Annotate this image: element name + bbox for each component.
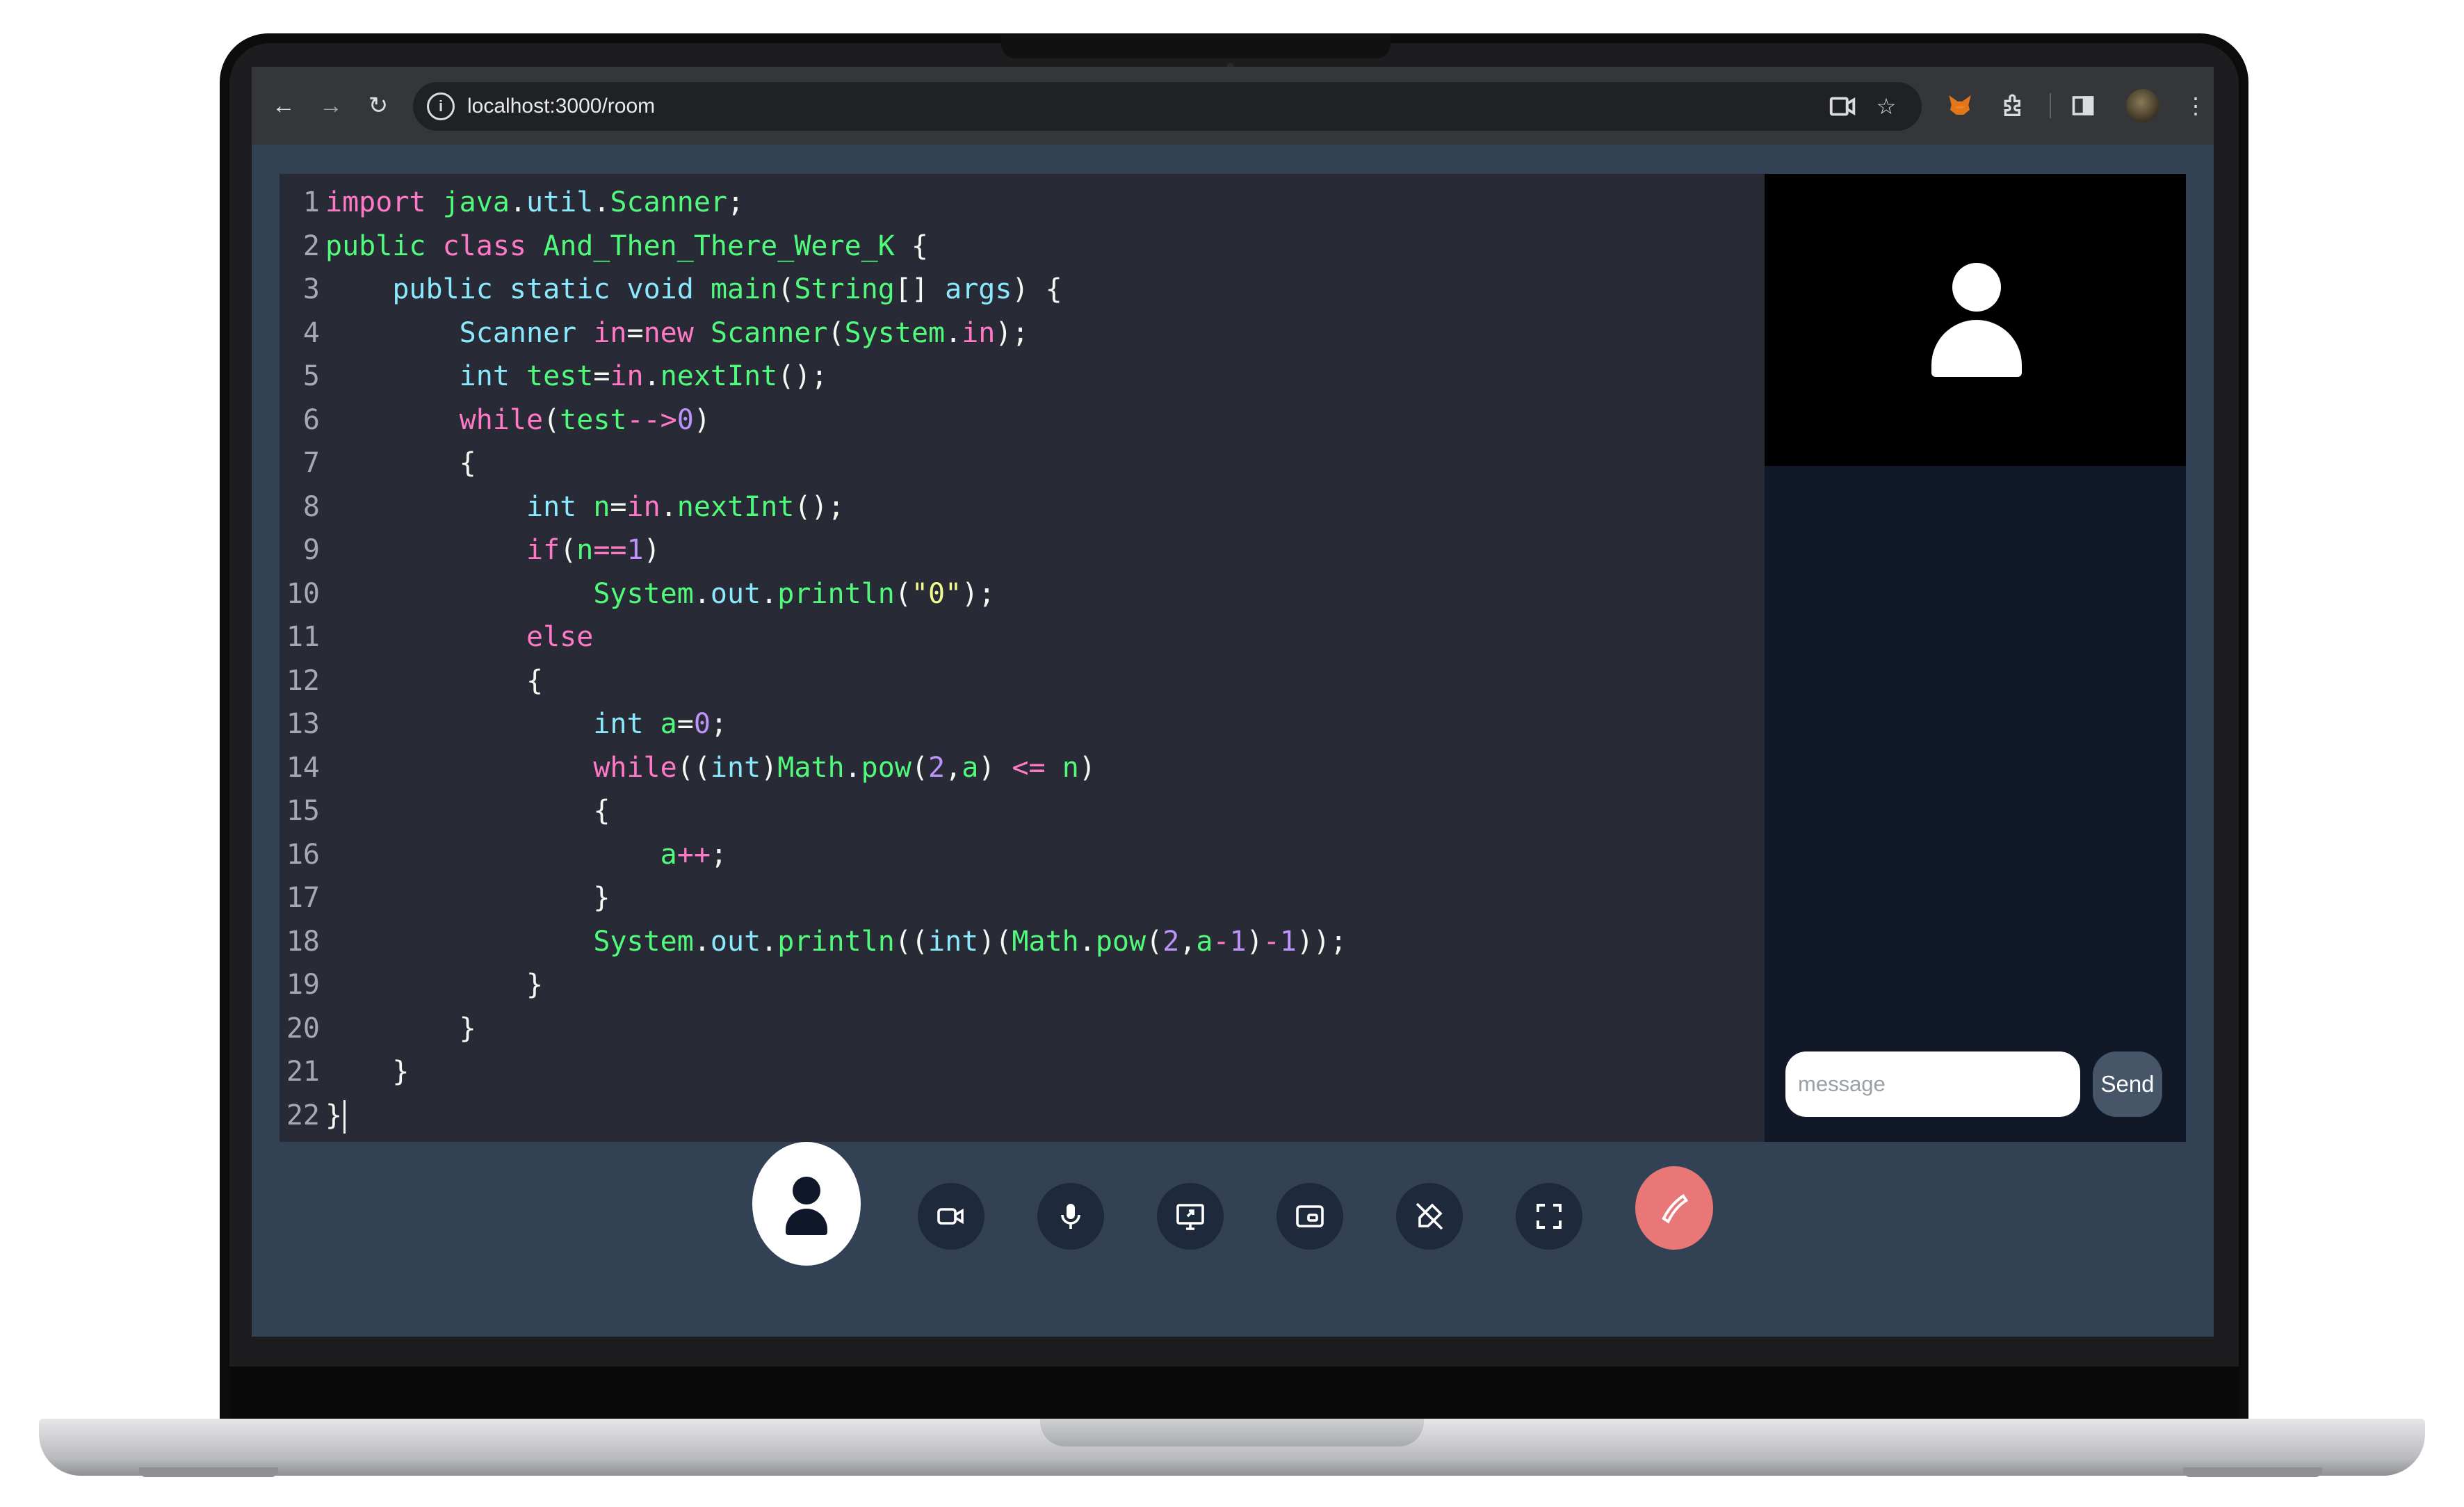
reload-icon[interactable]: ↻ bbox=[360, 88, 396, 124]
send-button[interactable]: Send bbox=[2093, 1051, 2162, 1117]
pip-icon[interactable] bbox=[1276, 1183, 1343, 1250]
call-controls bbox=[252, 1142, 2214, 1337]
base-thumb-notch bbox=[1040, 1419, 1424, 1446]
code-line: 9 if(n==1) bbox=[302, 534, 660, 566]
code-line: 5 int test=in.nextInt(); bbox=[302, 360, 828, 392]
code-line: 21 } bbox=[286, 1056, 410, 1088]
message-input[interactable] bbox=[1785, 1051, 2080, 1117]
microphone-icon[interactable] bbox=[1037, 1183, 1104, 1250]
phone-hangup-icon[interactable] bbox=[1635, 1166, 1713, 1250]
code-line: 1 import java.util.Scanner; bbox=[302, 186, 745, 218]
info-icon[interactable]: i bbox=[427, 92, 455, 120]
camera-notch bbox=[1001, 35, 1391, 58]
code-line: 18 System.out.println((int)(Math.pow(2,a… bbox=[286, 925, 1347, 958]
code-line: 3 public static void main(String[] args)… bbox=[302, 273, 1062, 305]
arrow-right-icon[interactable]: → bbox=[313, 88, 349, 124]
fullscreen-icon[interactable] bbox=[1516, 1183, 1582, 1250]
code-line: 13 int a=0; bbox=[286, 708, 728, 740]
code-line: 14 while((int)Math.pow(2,a) <= n) bbox=[286, 751, 1096, 784]
toolbar-divider bbox=[2050, 93, 2051, 118]
code-line: 22} bbox=[279, 1094, 1765, 1138]
laptop-mockup: ← → ↻ i localhost:3000/room ☆ ⋮ 1 import… bbox=[0, 0, 2464, 1507]
arrow-left-icon[interactable]: ← bbox=[266, 88, 302, 124]
user-icon[interactable] bbox=[752, 1142, 861, 1266]
code-line: 4 Scanner in=new Scanner(System.in); bbox=[302, 316, 1029, 349]
url-text[interactable]: localhost:3000/room bbox=[467, 95, 655, 118]
side-panel: Send bbox=[1765, 174, 2186, 1142]
code-line: 19 } bbox=[286, 969, 544, 1001]
user-silhouette-icon bbox=[1931, 263, 2022, 377]
code-line: 15 { bbox=[286, 795, 610, 827]
camera-icon[interactable] bbox=[1827, 90, 1859, 122]
fox-extension-icon[interactable] bbox=[1945, 90, 1975, 120]
screen: ← → ↻ i localhost:3000/room ☆ ⋮ 1 import… bbox=[252, 67, 2214, 1337]
code-line: 7 { bbox=[302, 447, 476, 479]
star-icon[interactable]: ☆ bbox=[1870, 90, 1902, 122]
puzzle-icon[interactable] bbox=[1995, 88, 2032, 124]
code-content[interactable]: 1 import java.util.Scanner; 2 public class… bbox=[279, 181, 1765, 1137]
video-camera-icon[interactable] bbox=[918, 1183, 984, 1250]
code-line: 17 } bbox=[286, 882, 610, 914]
text-cursor bbox=[343, 1099, 346, 1134]
code-line: 10 System.out.println("0"); bbox=[286, 577, 996, 610]
screen-share-icon[interactable] bbox=[1157, 1183, 1224, 1250]
address-bar[interactable]: i localhost:3000/room ☆ bbox=[413, 82, 1922, 131]
code-line: 16 a++; bbox=[286, 838, 727, 871]
side-panel-icon[interactable] bbox=[2065, 88, 2101, 124]
laptop-foot bbox=[2183, 1467, 2322, 1477]
code-line: 11 else bbox=[286, 621, 594, 653]
laptop-chin bbox=[229, 1367, 2239, 1419]
code-editor[interactable]: 1 import java.util.Scanner; 2 public class… bbox=[279, 174, 1765, 1142]
pen-off-icon[interactable] bbox=[1396, 1183, 1463, 1250]
browser-toolbar: ← → ↻ i localhost:3000/room ☆ ⋮ bbox=[252, 67, 2214, 145]
laptop-foot bbox=[139, 1467, 278, 1477]
code-line: 2 public class And_Then_There_Were_K { bbox=[302, 229, 929, 262]
code-line: 8 int n=in.nextInt(); bbox=[302, 490, 845, 523]
kebab-menu-icon[interactable]: ⋮ bbox=[2178, 88, 2214, 124]
code-line: 6 while(test-->0) bbox=[302, 403, 711, 436]
profile-avatar[interactable] bbox=[2126, 89, 2159, 122]
remote-video-tile bbox=[1765, 174, 2186, 466]
code-line: 12 { bbox=[286, 664, 544, 697]
code-line: 20 } bbox=[286, 1012, 476, 1045]
